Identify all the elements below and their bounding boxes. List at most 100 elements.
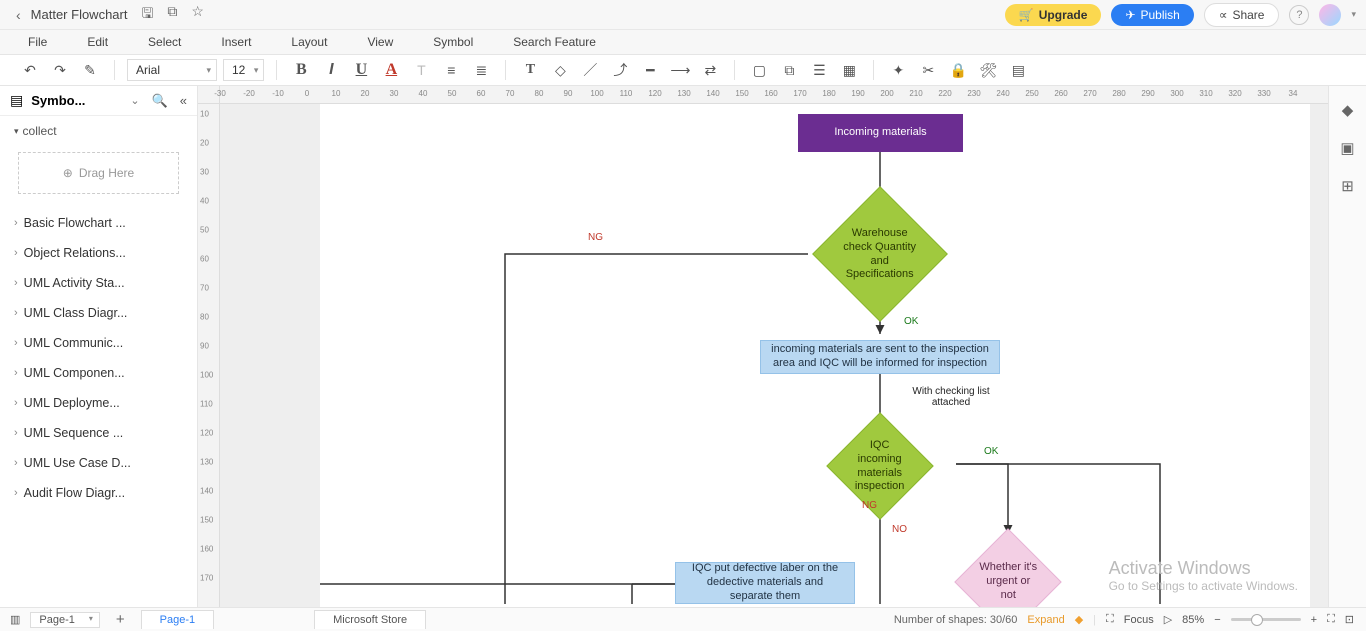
play-icon[interactable]: ▷ — [1164, 613, 1172, 626]
text-transform-icon[interactable]: T — [409, 58, 433, 82]
undo-icon[interactable]: ↶ — [18, 58, 42, 82]
line-style-icon[interactable]: ━ — [638, 58, 662, 82]
focus-label[interactable]: Focus — [1124, 614, 1154, 626]
zoom-out-icon[interactable]: − — [1214, 614, 1220, 626]
node-defective-label[interactable]: IQC put defective laber on the dedective… — [675, 562, 855, 604]
apps-icon[interactable]: ⊞ — [1338, 176, 1358, 196]
node-iqc-inspection[interactable]: IQC incoming materials inspection — [826, 412, 933, 519]
canvas-area[interactable]: -30-20-100102030405060708090100110120130… — [198, 86, 1328, 607]
align-horizontal-icon[interactable]: ≡ — [439, 58, 463, 82]
library-item[interactable]: UML Activity Sta... — [0, 268, 197, 298]
container-icon[interactable]: ▢ — [747, 58, 771, 82]
settings-icon[interactable]: ⊡ — [1345, 613, 1354, 626]
distribute-icon[interactable]: ▦ — [837, 58, 861, 82]
text-tool-icon[interactable]: T — [518, 58, 542, 82]
font-color-icon[interactable]: A — [379, 58, 403, 82]
document-title: Matter Flowchart — [31, 7, 128, 22]
line-icon[interactable]: ／ — [578, 58, 602, 82]
align-vertical-icon[interactable]: ≣ — [469, 58, 493, 82]
zoom-value[interactable]: 85% — [1182, 614, 1204, 626]
connector-icon[interactable]: ⤴ — [608, 58, 632, 82]
bold-icon[interactable]: B — [289, 58, 313, 82]
workspace: ▤ Symbo... ⌄ 🔍 « ▾collect ⊕Drag Here Bas… — [0, 86, 1366, 607]
diamond-icon[interactable]: ◆ — [1075, 613, 1083, 626]
lock-icon[interactable]: 🔒 — [946, 58, 970, 82]
shapes-count: Number of shapes: 30/60 — [894, 614, 1018, 626]
tab-page-1[interactable]: Page-1 — [141, 610, 214, 629]
menu-symbol[interactable]: Symbol — [433, 35, 473, 49]
fullscreen-icon[interactable]: ⛶ — [1327, 613, 1335, 626]
panel-title: Symbo... — [31, 93, 122, 108]
upgrade-button[interactable]: 🛒Upgrade — [1005, 4, 1102, 26]
align-icon[interactable]: ☰ — [807, 58, 831, 82]
node-urgent-decision[interactable]: Whether it's urgent or not — [954, 528, 1061, 607]
line-jump-icon[interactable]: ⇄ — [698, 58, 722, 82]
node-label: IQC put defective laber on the dedective… — [684, 562, 846, 603]
library-item[interactable]: UML Communic... — [0, 328, 197, 358]
menu-layout[interactable]: Layout — [291, 35, 327, 49]
pages-icon[interactable]: ▥ — [10, 613, 20, 626]
effects-icon[interactable]: ✦ — [886, 58, 910, 82]
library-item[interactable]: Object Relations... — [0, 238, 197, 268]
menu-file[interactable]: File — [28, 35, 47, 49]
fill-icon[interactable]: ◇ — [548, 58, 572, 82]
group-icon[interactable]: ⧉ — [777, 58, 801, 82]
tab-microsoft-store[interactable]: Microsoft Store — [314, 610, 426, 629]
library-item[interactable]: UML Sequence ... — [0, 418, 197, 448]
library-item[interactable]: UML Deployme... — [0, 388, 197, 418]
add-page-button[interactable]: + — [110, 611, 131, 628]
help-icon[interactable]: ? — [1289, 5, 1309, 25]
node-incoming-materials[interactable]: Incoming materials — [798, 114, 963, 152]
font-family-select[interactable]: Arial — [127, 59, 217, 81]
library-item[interactable]: Audit Flow Diagr... — [0, 478, 197, 508]
menu-edit[interactable]: Edit — [87, 35, 108, 49]
page-select[interactable]: Page-1 — [30, 612, 99, 628]
library-item[interactable]: UML Class Diagr... — [0, 298, 197, 328]
library-item[interactable]: UML Use Case D... — [0, 448, 197, 478]
expand-link[interactable]: Expand — [1027, 614, 1064, 626]
canvas[interactable]: Incoming materials Warehouse check Quant… — [220, 104, 1328, 607]
format-painter-icon[interactable]: ✎ — [78, 58, 102, 82]
theme-icon[interactable]: ◆ — [1338, 100, 1358, 120]
crop-icon[interactable]: ✂ — [916, 58, 940, 82]
page-paper[interactable]: Incoming materials Warehouse check Quant… — [320, 104, 1310, 607]
node-send-to-iqc[interactable]: incoming materials are sent to the inspe… — [760, 340, 1000, 374]
zoom-in-icon[interactable]: + — [1311, 614, 1317, 626]
node-label: Warehouse check Quantity and Specificati… — [841, 227, 919, 282]
avatar-dropdown-icon[interactable]: ▾ — [1351, 9, 1356, 20]
collect-label: collect — [23, 124, 57, 138]
underline-icon[interactable]: U — [349, 58, 373, 82]
menu-view[interactable]: View — [367, 35, 393, 49]
zoom-slider[interactable] — [1231, 618, 1301, 621]
edge-label-ng: NG — [588, 232, 603, 243]
share-button[interactable]: ∝Share — [1204, 3, 1280, 27]
library-item[interactable]: UML Componen... — [0, 358, 197, 388]
arrow-style-icon[interactable]: ⟶ — [668, 58, 692, 82]
table-icon[interactable]: ▤ — [1006, 58, 1030, 82]
collect-section[interactable]: ▾collect — [0, 116, 197, 146]
menu-select[interactable]: Select — [148, 35, 181, 49]
redo-icon[interactable]: ↷ — [48, 58, 72, 82]
italic-icon[interactable]: I — [319, 58, 343, 82]
publish-button[interactable]: ✈Publish — [1111, 4, 1193, 26]
node-label: IQC incoming materials inspection — [851, 439, 909, 494]
chevron-down-icon[interactable]: ⌄ — [130, 94, 139, 107]
properties-icon[interactable]: ▣ — [1338, 138, 1358, 158]
search-icon[interactable]: 🔍 — [152, 93, 168, 109]
avatar[interactable] — [1319, 4, 1341, 26]
export-icon[interactable]: ⧉ — [167, 3, 177, 27]
menu-insert[interactable]: Insert — [221, 35, 251, 49]
node-label: incoming materials are sent to the inspe… — [769, 343, 991, 371]
page-select-label: Page-1 — [39, 614, 74, 626]
star-icon[interactable]: ☆ — [191, 3, 204, 27]
font-size-select[interactable]: 12 — [223, 59, 264, 81]
drag-here-zone[interactable]: ⊕Drag Here — [18, 152, 179, 194]
library-item[interactable]: Basic Flowchart ... — [0, 208, 197, 238]
fit-icon[interactable]: ⛶ — [1106, 613, 1114, 626]
tools-icon[interactable]: 🛠 — [976, 58, 1000, 82]
menu-search[interactable]: Search Feature — [513, 35, 596, 49]
back-icon[interactable]: ‹ — [10, 7, 27, 23]
node-warehouse-check[interactable]: Warehouse check Quantity and Specificati… — [812, 186, 948, 322]
save-icon[interactable]: 🖫 — [141, 3, 153, 27]
collapse-panel-icon[interactable]: « — [180, 93, 187, 108]
